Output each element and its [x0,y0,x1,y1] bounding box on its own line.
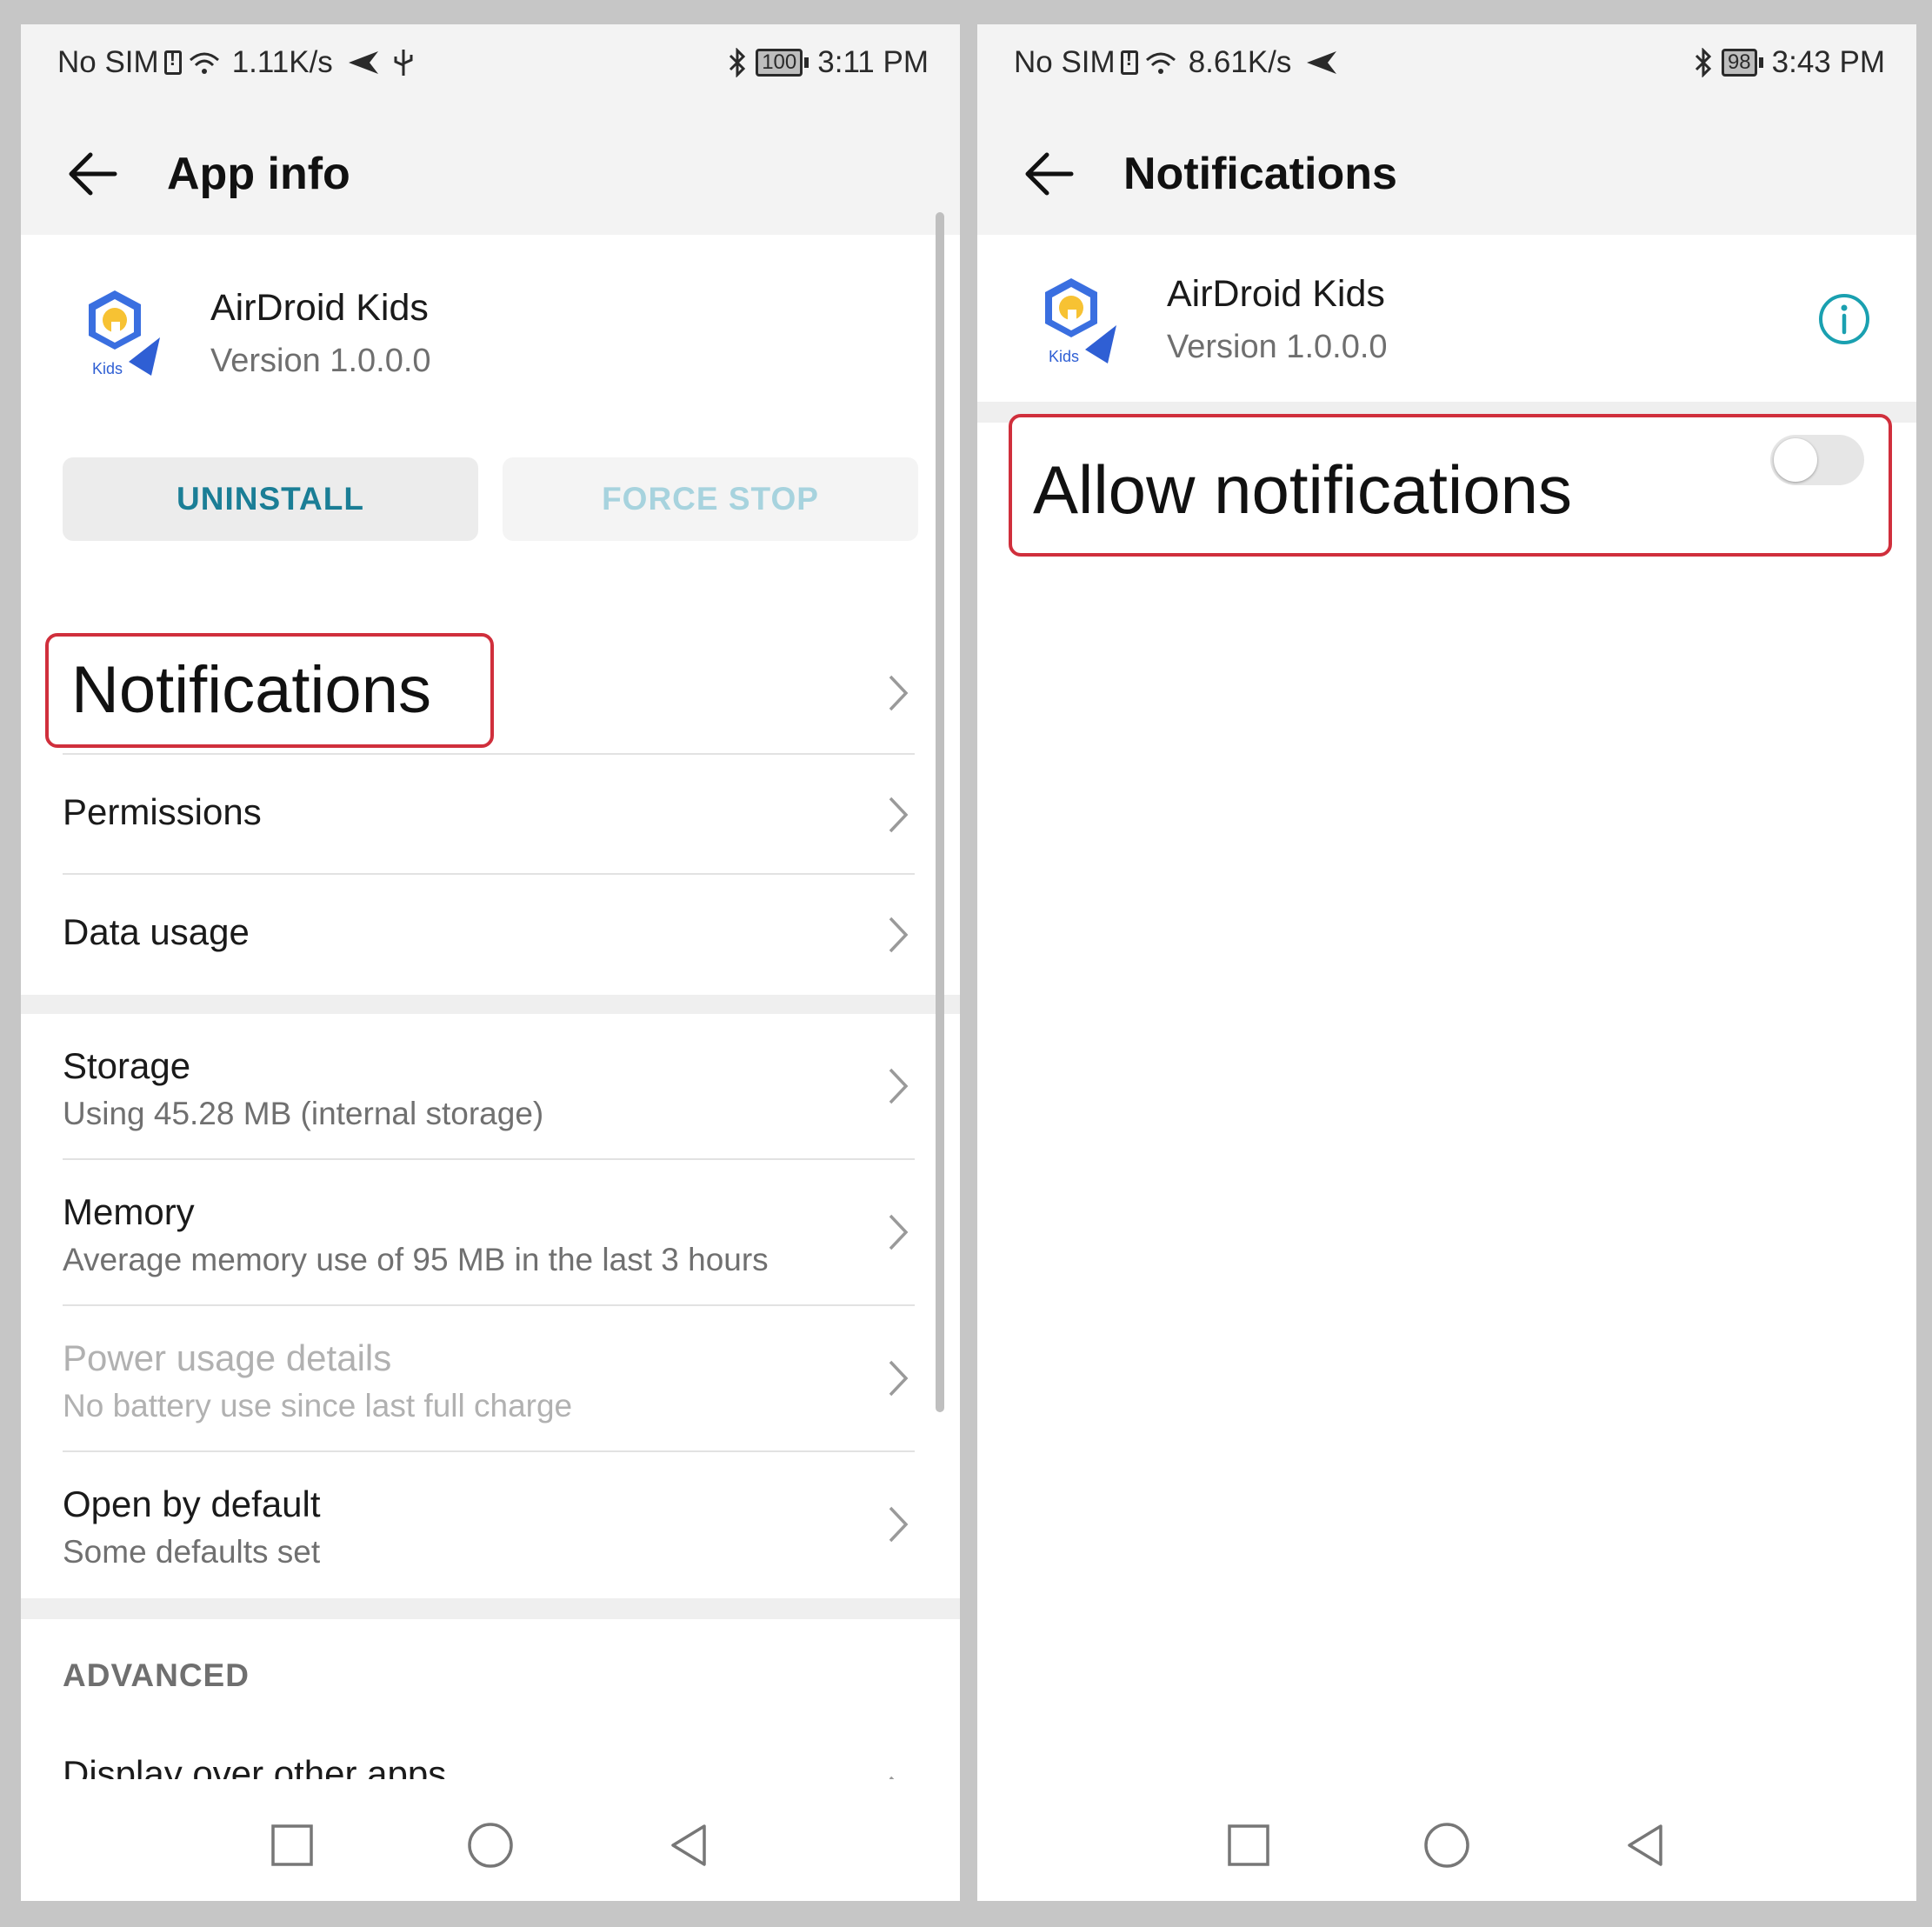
back-arrow-icon[interactable] [1021,146,1076,202]
storage-subtitle: Using 45.28 MB (internal storage) [63,1096,544,1131]
uninstall-button[interactable]: UNINSTALL [63,457,478,541]
allow-notifications-toggle[interactable] [1770,435,1864,485]
status-bar: No SIM 8.61K/s 98 3:43 PM [977,24,1916,111]
chevron-right-icon [889,675,909,711]
clock: 3:43 PM [1771,45,1885,79]
allow-notifications-row[interactable]: Allow notifications [1009,414,1892,557]
back-arrow-icon[interactable] [64,146,120,202]
network-speed: 8.61K/s [1188,45,1292,79]
navigation-bar [977,1779,1916,1901]
notifications-label: Notifications [71,653,431,727]
open-by-default-row[interactable]: Open by default Some defaults set [63,1452,915,1598]
chevron-right-icon [889,797,909,833]
battery-indicator: 98 [1721,49,1763,77]
recents-icon[interactable] [1224,1821,1273,1870]
section-divider [21,995,960,1014]
toggle-knob [1774,438,1817,482]
chevron-right-icon [889,1506,909,1543]
status-bar: No SIM 1.11K/s 100 3:11 PM [21,24,960,111]
chevron-right-icon [889,1360,909,1397]
app-header: Kids AirDroid Kids Version 1.0.0.0 [977,235,1916,402]
home-icon[interactable] [1422,1821,1471,1870]
app-logo-icon: Kids [89,290,160,377]
app-logo-icon: Kids [1045,278,1116,365]
memory-title: Memory [63,1191,195,1232]
app-name: AirDroid Kids [1167,273,1385,315]
page-title: Notifications [1123,149,1397,199]
chevron-right-icon [889,1214,909,1250]
home-icon[interactable] [466,1821,515,1870]
memory-subtitle: Average memory use of 95 MB in the last … [63,1242,769,1277]
bluetooth-icon [729,48,746,77]
info-icon[interactable] [1817,292,1871,346]
force-stop-button[interactable]: FORCE STOP [503,457,918,541]
back-nav-icon[interactable] [1621,1821,1669,1870]
data-usage-row[interactable]: Data usage [63,875,915,995]
sim-icon [163,48,182,75]
storage-row[interactable]: Storage Using 45.28 MB (internal storage… [63,1014,915,1160]
power-usage-subtitle: No battery use since last full charge [63,1388,573,1424]
app-logo-text: Kids [1049,348,1079,365]
recents-icon[interactable] [268,1821,316,1870]
page-title: App info [167,149,350,199]
permissions-row[interactable]: Permissions [63,755,915,875]
app-bar: Notifications [977,111,1916,235]
data-usage-label: Data usage [63,911,250,952]
power-usage-row[interactable]: Power usage details No battery use since… [63,1306,915,1452]
notifications-highlight: Notifications [45,633,494,748]
chevron-right-icon [889,1068,909,1104]
carrier-label: No SIM [1014,45,1116,79]
permissions-label: Permissions [63,791,262,832]
app-bar: App info [21,111,960,235]
wifi-icon [1145,52,1176,74]
power-usage-title: Power usage details [63,1337,392,1378]
storage-title: Storage [63,1045,191,1086]
advanced-section-header: ADVANCED [63,1657,250,1693]
open-by-default-title: Open by default [63,1484,321,1524]
chevron-right-icon [889,917,909,953]
send-icon [348,51,378,74]
wifi-icon [189,52,219,74]
navigation-bar [21,1779,960,1901]
allow-notifications-label: Allow notifications [1033,451,1572,528]
bluetooth-icon [1695,48,1712,77]
network-speed: 1.11K/s [231,45,333,79]
clock: 3:11 PM [817,45,929,79]
send-icon [1307,51,1337,74]
scrollbar[interactable] [936,212,944,1412]
memory-row[interactable]: Memory Average memory use of 95 MB in th… [63,1160,915,1306]
sim-icon [1120,48,1138,75]
section-divider [21,1598,960,1619]
carrier-label: No SIM [57,45,159,79]
back-nav-icon[interactable] [664,1821,713,1870]
open-by-default-subtitle: Some defaults set [63,1534,321,1570]
app-header: Kids AirDroid Kids Version 1.0.0.0 [21,235,960,409]
app-logo-text: Kids [92,360,123,377]
app-version: Version 1.0.0.0 [1167,329,1388,365]
app-name: AirDroid Kids [210,287,429,329]
usb-icon [394,50,413,76]
notifications-screen: No SIM 8.61K/s 98 3:43 PM Not [977,24,1916,1901]
app-info-screen: No SIM 1.11K/s 100 3:11 PM [21,24,960,1901]
app-version: Version 1.0.0.0 [210,343,431,379]
battery-indicator: 100 [756,49,809,77]
